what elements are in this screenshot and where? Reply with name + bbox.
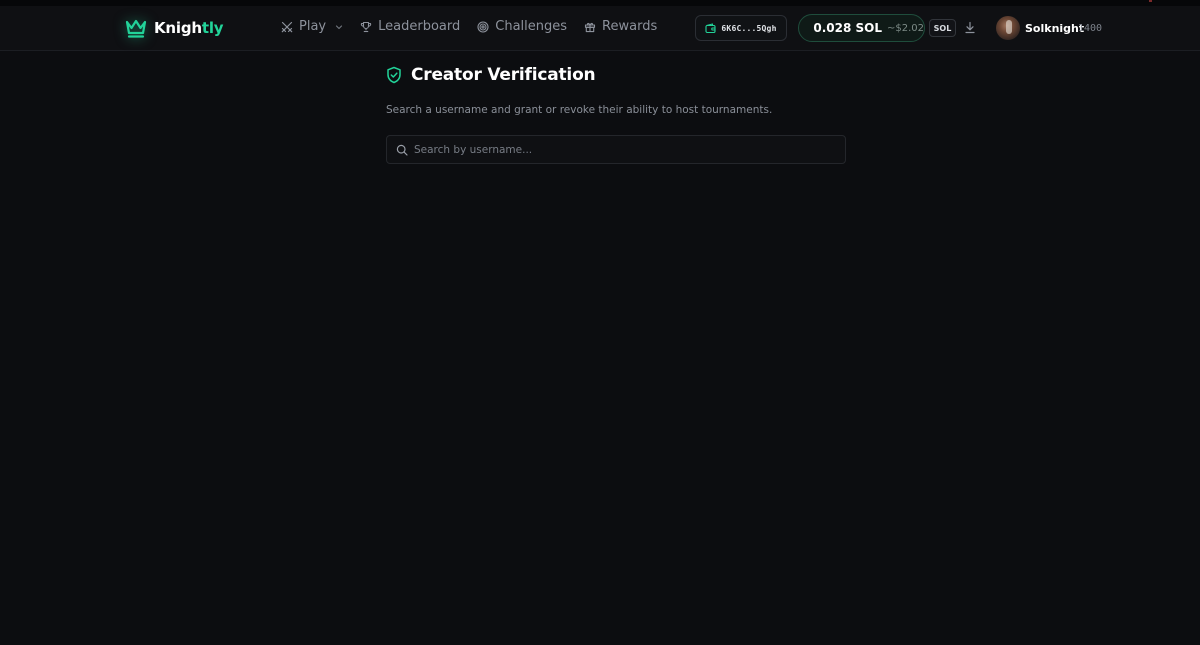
nav-item-leaderboard-label: Leaderboard <box>378 19 461 34</box>
username[interactable]: Solknight <box>1025 22 1084 35</box>
user-rating: 1400 <box>1078 23 1103 34</box>
avatar[interactable] <box>996 16 1020 40</box>
crossed-swords-icon <box>281 21 293 32</box>
nav-item-play-label: Play <box>299 19 327 34</box>
brand-name-part1: Knigh <box>154 19 202 37</box>
nav-item-rewards-label: Rewards <box>602 19 658 34</box>
brand-logo[interactable]: Knightly <box>124 16 224 40</box>
nav-item-challenges-label: Challenges <box>495 19 568 34</box>
brand-name-part2: tly <box>201 19 224 37</box>
balance-usd: ~$2.02 <box>886 22 924 34</box>
page-title: Creator Verification <box>386 65 596 85</box>
wallet-icon <box>705 22 716 33</box>
page-title-text: Creator Verification <box>411 65 596 85</box>
shield-check-icon <box>387 66 401 84</box>
target-icon <box>477 20 489 33</box>
username-search[interactable] <box>386 135 846 164</box>
brand-name: Knightly <box>154 19 224 37</box>
wallet-address: 6K6C...5Qgh <box>721 23 777 33</box>
nav-item-rewards[interactable]: Rewards <box>584 19 657 34</box>
main-nav: Play Leaderboard Challenges Rewards <box>281 19 674 34</box>
chevron-down-icon <box>336 24 343 29</box>
nav-item-leaderboard[interactable]: Leaderboard <box>360 19 460 34</box>
page-subtitle: Search a username and grant or revoke th… <box>386 104 773 116</box>
search-icon <box>396 144 408 156</box>
balance-amount: 0.028 SOL <box>813 21 882 35</box>
trophy-icon <box>360 21 372 32</box>
nav-item-play[interactable]: Play <box>281 19 343 34</box>
search-input[interactable] <box>414 143 845 156</box>
top-strip-indicator <box>1149 0 1152 2</box>
download-icon[interactable] <box>964 21 976 34</box>
wallet-address-button[interactable]: 6K6C...5Qgh <box>695 15 787 41</box>
crown-icon <box>125 19 147 38</box>
top-navbar: Knightly Play Leaderboard Challenges Rew… <box>0 6 1200 51</box>
gift-icon <box>584 22 596 32</box>
balance-display[interactable]: 0.028 SOL ~$2.02 <box>798 14 925 42</box>
nav-item-challenges[interactable]: Challenges <box>477 19 567 34</box>
currency-toggle[interactable]: SOL <box>929 19 956 37</box>
